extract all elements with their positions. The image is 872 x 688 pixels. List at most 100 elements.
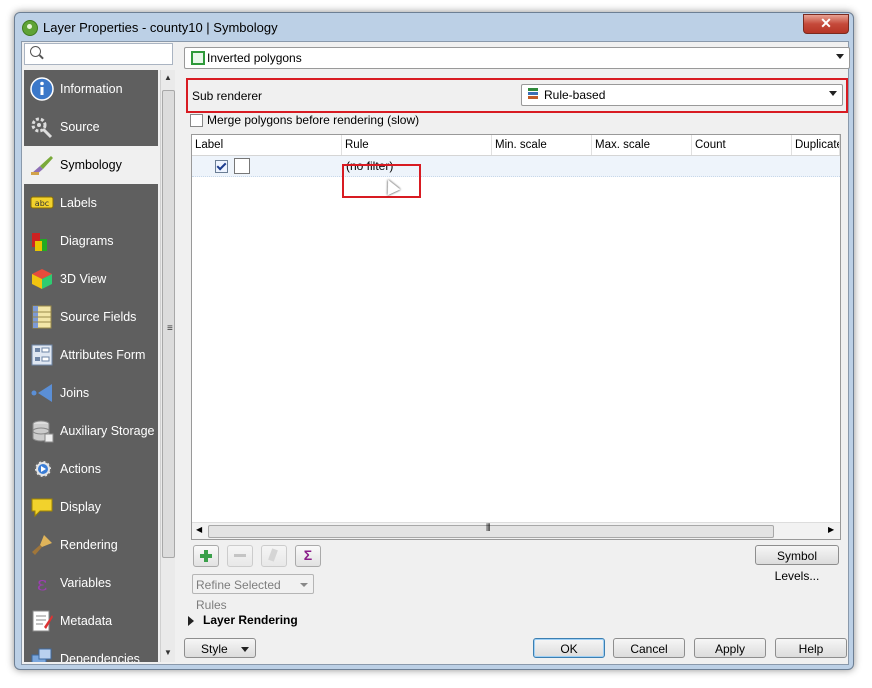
sidebar-item-label: Information	[60, 82, 123, 96]
symbol-levels-button[interactable]: Symbol Levels...	[755, 545, 839, 583]
cancel-button[interactable]: Cancel	[613, 638, 685, 658]
sidebar-item-attributes-form[interactable]: Attributes Form	[24, 336, 158, 374]
scrollbar-thumb[interactable]	[208, 525, 774, 538]
sidebar-item-label: Joins	[60, 386, 90, 400]
chevron-down-icon	[241, 647, 249, 652]
sidebar-item-label: Diagrams	[60, 234, 114, 248]
sidebar-item-label: Source	[60, 120, 100, 134]
refine-selected-rules-button[interactable]: Refine Selected Rules	[192, 574, 314, 612]
scroll-down-icon[interactable]: ▼	[164, 648, 172, 657]
svg-text:ε: ε	[37, 571, 47, 595]
rules-tree[interactable]: Label Rule Min. scale Max. scale Count D…	[191, 134, 841, 540]
expand-arrow-icon[interactable]	[188, 616, 194, 626]
style-label: Style	[201, 642, 228, 656]
sidebar-item-3d-view[interactable]: 3D View	[24, 260, 158, 298]
metadata-icon	[32, 610, 53, 632]
grip-icon: ≡	[167, 323, 173, 334]
info-icon	[30, 77, 54, 101]
add-rule-button[interactable]	[193, 545, 219, 567]
horizontal-scrollbar[interactable]: ◀ ⦀ ▶	[192, 522, 840, 539]
attributes-form-icon	[31, 344, 53, 366]
close-button[interactable]: ✕	[803, 14, 849, 34]
sidebar-item-label: Metadata	[60, 614, 113, 628]
sidebar-item-label: Auxiliary Storage	[60, 424, 155, 438]
sub-renderer-highlight: Sub renderer Rule-based	[186, 78, 848, 113]
variables-icon: ε	[37, 571, 47, 595]
joins-icon	[31, 384, 52, 402]
display-icon	[31, 498, 53, 518]
source-fields-icon	[32, 305, 52, 329]
inverted-polygon-icon	[191, 51, 205, 65]
apply-button[interactable]: Apply	[694, 638, 766, 658]
qgis-app-icon	[22, 20, 38, 36]
scroll-right-icon[interactable]: ▶	[828, 525, 834, 534]
sidebar-scrollbar[interactable]: ▲ ≡ ▼	[160, 70, 175, 662]
sidebar-item-source-fields[interactable]: Source Fields	[24, 298, 158, 336]
sub-renderer-combobox[interactable]: Rule-based	[521, 84, 843, 106]
style-button[interactable]: Style	[184, 638, 256, 658]
sidebar-item-display[interactable]: Display	[24, 488, 158, 526]
search-input[interactable]	[24, 43, 173, 65]
sidebar-item-variables[interactable]: ε Variables	[24, 564, 158, 602]
ok-button[interactable]: OK	[533, 638, 605, 658]
sidebar-item-label: Variables	[60, 576, 112, 590]
auxiliary-storage-icon	[32, 420, 54, 443]
column-header-min-scale[interactable]: Min. scale	[492, 135, 592, 155]
chevron-down-icon	[836, 54, 844, 59]
labels-icon: abc	[30, 196, 54, 209]
add-rule-icon	[200, 550, 212, 562]
column-header-label[interactable]: Label	[192, 135, 342, 155]
merge-polygons-checkbox[interactable]	[190, 114, 203, 127]
column-header-rule[interactable]: Rule	[342, 135, 492, 155]
dialog-client: Information Source Symbology abc Labels …	[21, 41, 850, 665]
help-button[interactable]: Help	[775, 638, 847, 658]
sidebar-item-label: Symbology	[60, 158, 122, 172]
table-row[interactable]: (no filter)	[192, 156, 840, 177]
dependencies-icon	[31, 648, 52, 662]
symbol-swatch[interactable]	[234, 158, 250, 174]
sidebar-item-actions[interactable]: Actions	[24, 450, 158, 488]
sidebar-item-rendering[interactable]: Rendering	[24, 526, 158, 564]
rendering-icon	[32, 535, 52, 555]
symbology-icon	[31, 156, 53, 175]
sidebar-item-auxiliary-storage[interactable]: Auxiliary Storage	[24, 412, 158, 450]
sidebar-item-label: Display	[60, 500, 101, 514]
scrollbar-thumb[interactable]: ≡	[162, 90, 175, 558]
sidebar-item-label: Attributes Form	[60, 348, 146, 362]
count-features-button[interactable]: Σ	[295, 545, 321, 567]
sidebar-item-metadata[interactable]: Metadata	[24, 602, 158, 640]
3d-view-icon	[32, 269, 52, 289]
sidebar-item-label: Rendering	[60, 538, 118, 552]
sidebar-item-label: 3D View	[60, 272, 107, 286]
layer-properties-window: Layer Properties - county10 | Symbology …	[14, 12, 854, 670]
layer-rendering-label: Layer Rendering	[203, 613, 298, 627]
column-header-count[interactable]: Count	[692, 135, 792, 155]
scroll-left-icon[interactable]: ◀	[196, 525, 202, 534]
remove-rule-button[interactable]	[227, 545, 253, 567]
renderer-combobox[interactable]: Inverted polygons	[184, 47, 850, 69]
remove-rule-icon	[234, 554, 246, 557]
diagrams-icon	[32, 233, 47, 251]
sidebar-item-label: Source Fields	[60, 310, 137, 324]
title-bar[interactable]: Layer Properties - county10 | Symbology …	[15, 13, 853, 41]
column-header-max-scale[interactable]: Max. scale	[592, 135, 692, 155]
rule-based-icon	[528, 88, 538, 100]
actions-icon	[34, 460, 52, 478]
sidebar-item-source[interactable]: Source	[24, 108, 158, 146]
rule-enabled-checkbox[interactable]	[215, 160, 228, 173]
sidebar-item-labels[interactable]: abc Labels	[24, 184, 158, 222]
sidebar-item-joins[interactable]: Joins	[24, 374, 158, 412]
sidebar-item-diagrams[interactable]: Diagrams	[24, 222, 158, 260]
edit-rule-button[interactable]	[261, 545, 287, 567]
sigma-icon: Σ	[303, 547, 313, 563]
search-icon	[30, 46, 41, 57]
column-header-duplicate[interactable]: Duplicate	[792, 135, 840, 155]
source-icon	[31, 117, 53, 139]
sidebar-item-label: Labels	[60, 196, 97, 210]
renderer-value: Inverted polygons	[207, 51, 302, 65]
sidebar-item-information[interactable]: Information	[24, 70, 158, 108]
sidebar-item-dependencies[interactable]: Dependencies	[24, 640, 158, 662]
scroll-up-icon[interactable]: ▲	[164, 73, 172, 82]
sidebar-item-symbology[interactable]: Symbology	[24, 146, 158, 184]
rules-table-header: Label Rule Min. scale Max. scale Count D…	[192, 135, 840, 156]
